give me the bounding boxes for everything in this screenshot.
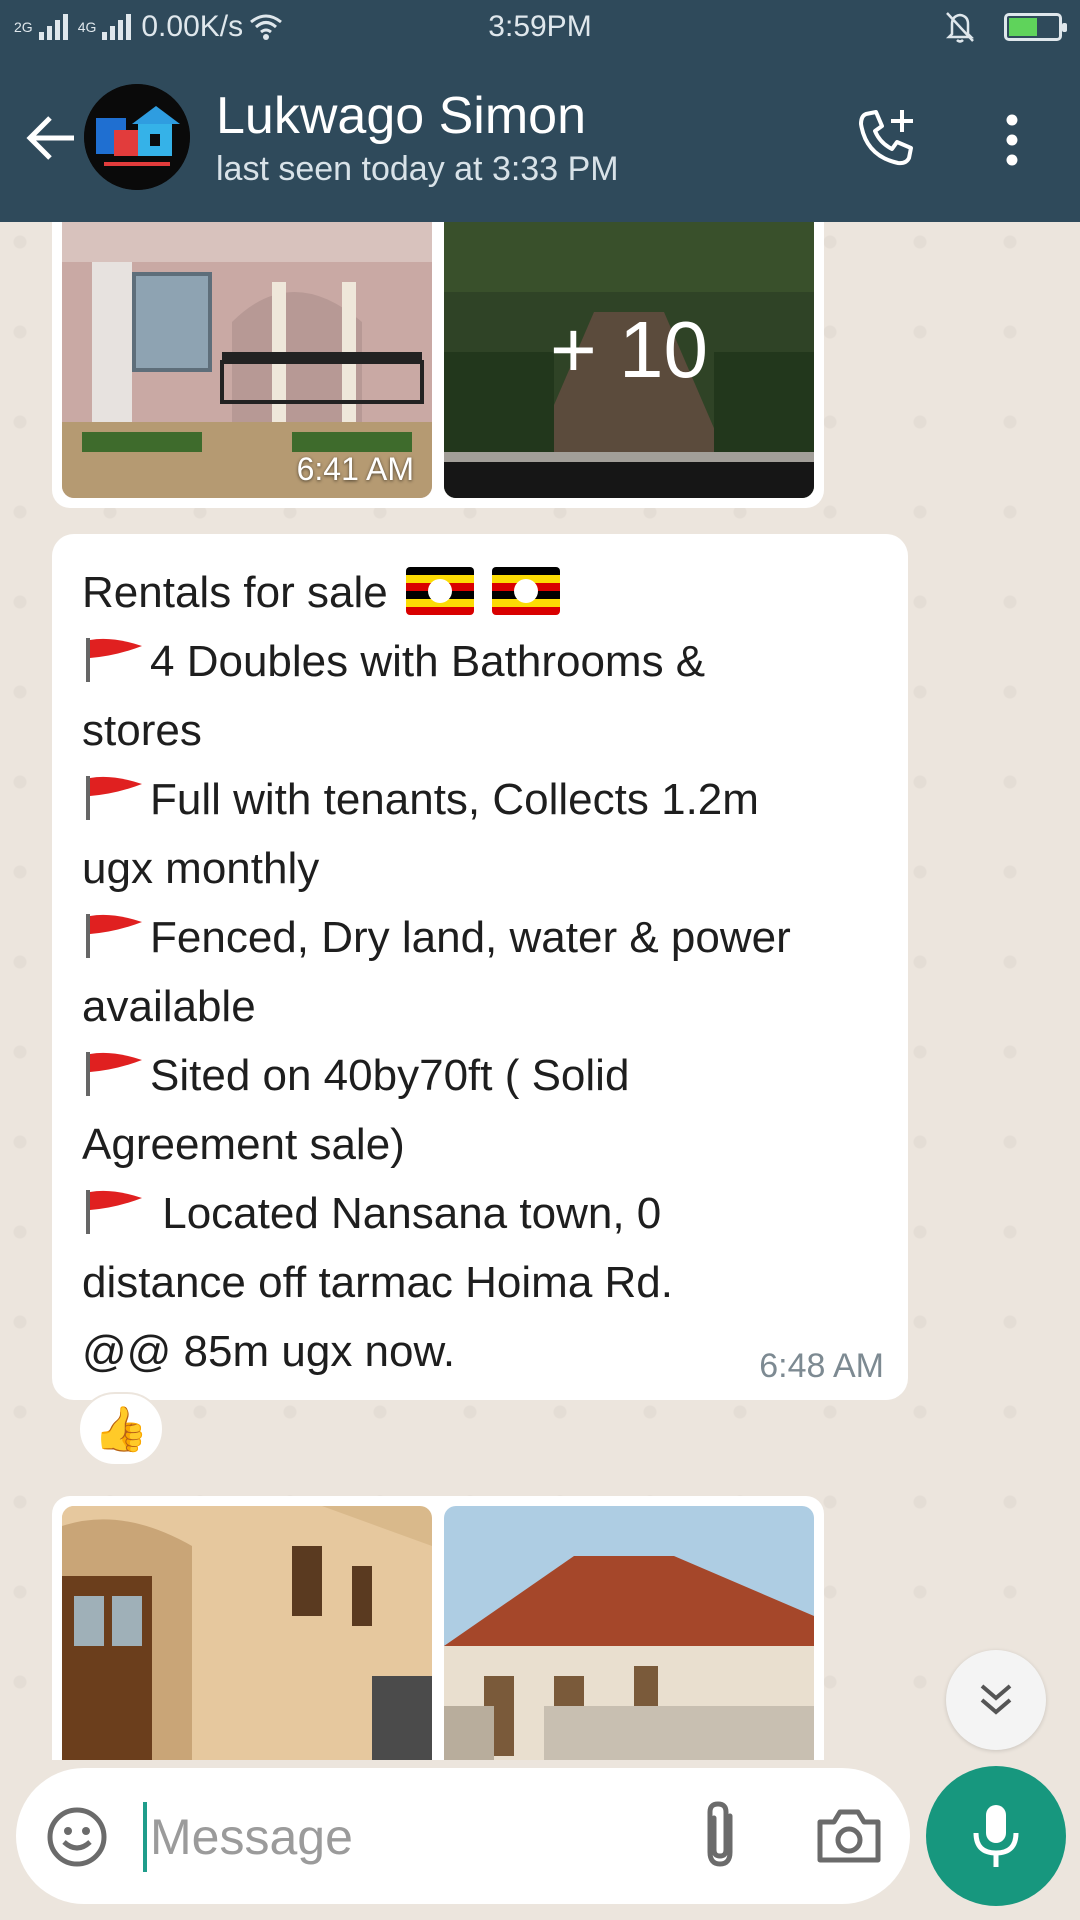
media-thumbnail-house[interactable] bbox=[444, 1506, 814, 1760]
message-text: Full with tenants, Collects 1.2m bbox=[150, 775, 759, 824]
text-message-bubble[interactable]: Rentals for sale 4 Doubles with Bathroom… bbox=[52, 534, 908, 1400]
red-flag-icon bbox=[86, 1190, 142, 1234]
message-line: 4 Doubles with Bathrooms & bbox=[82, 627, 878, 696]
status-bar: 2G 4G 0.00K/s 3:59PM bbox=[0, 0, 1080, 58]
chat-area[interactable]: 6:41 AM + 10 Rentals for sale 4 Doubles … bbox=[0, 222, 1080, 1760]
uganda-flag-icon bbox=[492, 567, 561, 615]
thumbs-up-reaction[interactable]: 👍 bbox=[78, 1392, 164, 1466]
red-flag-icon bbox=[86, 776, 142, 820]
media-message-bubble[interactable] bbox=[52, 1496, 824, 1760]
media-thumbnail-house[interactable] bbox=[62, 1506, 432, 1760]
status-time: 3:59PM bbox=[488, 10, 592, 43]
contact-name[interactable]: Lukwago Simon bbox=[216, 86, 586, 146]
message-text: 4 Doubles with Bathrooms & bbox=[150, 637, 706, 686]
message-input-bar bbox=[16, 1768, 910, 1904]
double-chevron-down-icon bbox=[980, 1684, 1012, 1715]
message-line: Full with tenants, Collects 1.2m bbox=[82, 765, 878, 834]
more-vert-icon[interactable] bbox=[1000, 110, 1024, 170]
more-media-count[interactable]: + 10 bbox=[444, 222, 814, 498]
voice-record-button[interactable] bbox=[926, 1766, 1066, 1906]
emoji-icon[interactable] bbox=[46, 1806, 108, 1868]
message-line: Rentals for sale bbox=[82, 558, 878, 627]
house-photo bbox=[62, 1506, 432, 1760]
camera-icon[interactable] bbox=[816, 1808, 882, 1864]
thumbs-up-icon: 👍 bbox=[93, 1405, 149, 1454]
attach-icon[interactable] bbox=[692, 1800, 748, 1872]
media-thumbnail-house[interactable]: 6:41 AM bbox=[62, 222, 432, 498]
status-right bbox=[944, 10, 1067, 44]
red-flag-icon bbox=[86, 638, 142, 682]
avatar-logo-icon bbox=[84, 84, 190, 190]
message-input[interactable] bbox=[150, 1792, 670, 1882]
message-text: Fenced, Dry land, water & power bbox=[150, 913, 791, 962]
text-cursor bbox=[143, 1802, 147, 1872]
message-line: Sited on 40by70ft ( Solid bbox=[82, 1041, 878, 1110]
message-text: Sited on 40by70ft ( Solid bbox=[150, 1051, 630, 1100]
message-line: Located Nansana town, 0 bbox=[82, 1179, 878, 1248]
message-text: Agreement sale) bbox=[82, 1120, 405, 1169]
media-message-bubble[interactable]: 6:41 AM + 10 bbox=[52, 222, 824, 508]
contact-avatar[interactable] bbox=[84, 84, 190, 190]
media-timestamp: 6:41 AM bbox=[296, 451, 414, 487]
message-text: ugx monthly bbox=[82, 844, 320, 893]
message-text: Located Nansana town, 0 bbox=[150, 1189, 662, 1238]
message-text: stores bbox=[82, 706, 202, 755]
message-timestamp: 6:48 AM bbox=[759, 1347, 884, 1385]
house-photo bbox=[444, 1506, 814, 1760]
microphone-icon bbox=[973, 1805, 1019, 1867]
message-text: Rentals for sale bbox=[82, 568, 388, 617]
message-text: distance off tarmac Hoima Rd. bbox=[82, 1258, 673, 1307]
add-call-icon[interactable] bbox=[856, 106, 920, 170]
battery-charging-icon bbox=[1004, 13, 1067, 41]
scroll-to-bottom-button[interactable] bbox=[946, 1650, 1046, 1750]
message-text: available bbox=[82, 982, 256, 1031]
media-thumbnail-more[interactable]: + 10 bbox=[444, 222, 814, 498]
red-flag-icon bbox=[86, 914, 142, 958]
back-arrow-icon[interactable] bbox=[22, 108, 82, 168]
bell-off-icon bbox=[945, 12, 975, 43]
last-seen-status: last seen today at 3:33 PM bbox=[216, 150, 619, 188]
chat-header: Lukwago Simon last seen today at 3:33 PM bbox=[0, 58, 1080, 222]
uganda-flag-icon bbox=[405, 567, 474, 615]
message-line: Fenced, Dry land, water & power bbox=[82, 903, 878, 972]
red-flag-icon bbox=[86, 1052, 142, 1096]
